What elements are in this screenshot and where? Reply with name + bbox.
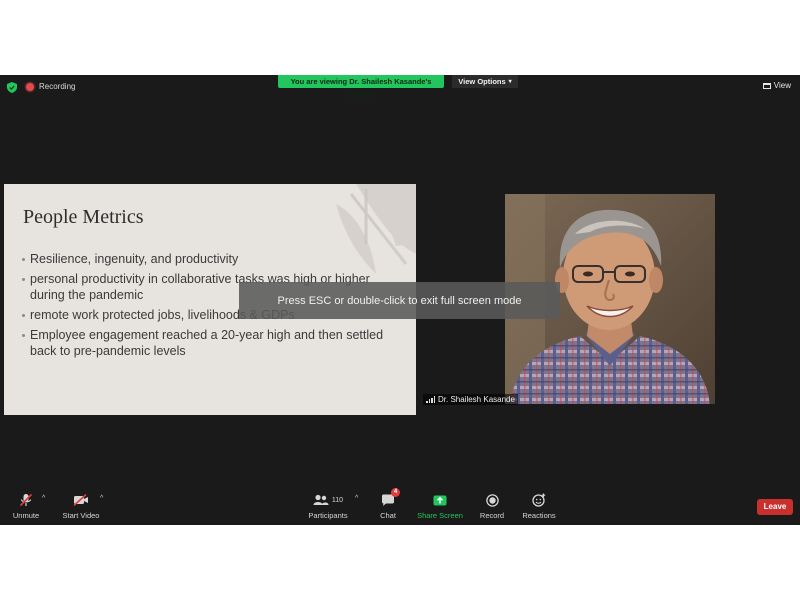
audio-options-caret-icon[interactable]: ^	[42, 495, 45, 502]
share-screen-label: Share Screen	[417, 511, 463, 520]
participants-count: 110	[331, 496, 344, 504]
video-options-caret-icon[interactable]: ^	[100, 495, 103, 502]
chat-button[interactable]: 4 Chat	[376, 488, 400, 525]
recording-label: Recording	[39, 82, 76, 91]
slide-bullet: Employee engagement reached a 20-year hi…	[22, 327, 394, 359]
view-grid-icon	[762, 82, 771, 89]
view-label: View	[773, 81, 791, 90]
slide-title: People Metrics	[23, 206, 144, 228]
share-screen-button[interactable]: Share Screen	[417, 489, 463, 525]
participant-name-tag: Dr. Shailesh Kasande	[423, 394, 518, 405]
zoom-meeting-window: Recording You are viewing Dr. Shailesh K…	[0, 75, 800, 525]
unmute-label: Unmute	[12, 511, 40, 520]
participant-name: Dr. Shailesh Kasande	[438, 395, 515, 404]
chevron-down-icon: ▾	[508, 78, 512, 85]
leave-button[interactable]: Leave	[757, 499, 793, 515]
shield-check-icon[interactable]	[7, 82, 17, 93]
participants-button[interactable]: 110 Participants	[306, 489, 350, 525]
microphone-muted-icon	[19, 493, 33, 507]
reactions-label: Reactions	[522, 511, 556, 520]
signal-bars-icon	[426, 396, 435, 403]
view-options-button[interactable]: View Options ▾	[452, 75, 518, 88]
chat-unread-badge: 4	[391, 488, 400, 497]
start-video-button[interactable]: Start Video	[62, 489, 100, 525]
participants-caret-icon[interactable]: ^	[355, 495, 358, 502]
video-muted-icon	[73, 494, 88, 506]
chat-label: Chat	[380, 511, 396, 520]
meeting-toolbar: Unmute ^ Start Video ^ 110 Participants …	[0, 488, 800, 525]
recording-indicator[interactable]: Recording	[26, 82, 75, 91]
view-options-label: View Options	[458, 77, 506, 86]
record-label: Record	[479, 511, 505, 520]
start-video-label: Start Video	[62, 511, 100, 520]
fullscreen-esc-tooltip: Press ESC or double-click to exit full s…	[239, 282, 560, 319]
participants-icon	[313, 494, 329, 505]
view-button[interactable]: View	[762, 81, 791, 90]
reactions-emoji-icon	[532, 493, 546, 507]
unmute-button[interactable]: Unmute	[9, 489, 43, 525]
record-dot-icon	[26, 82, 34, 91]
participants-label: Participants	[308, 511, 348, 520]
record-circle-icon	[485, 493, 499, 507]
share-screen-arrow-icon	[433, 495, 447, 505]
viewing-screen-banner: You are viewing Dr. Shailesh Kasande's s…	[278, 75, 444, 99]
slide-bullet: Resilience, ingenuity, and productivity	[22, 251, 394, 267]
record-button[interactable]: Record	[478, 489, 506, 525]
reactions-button[interactable]: Reactions	[521, 489, 557, 525]
